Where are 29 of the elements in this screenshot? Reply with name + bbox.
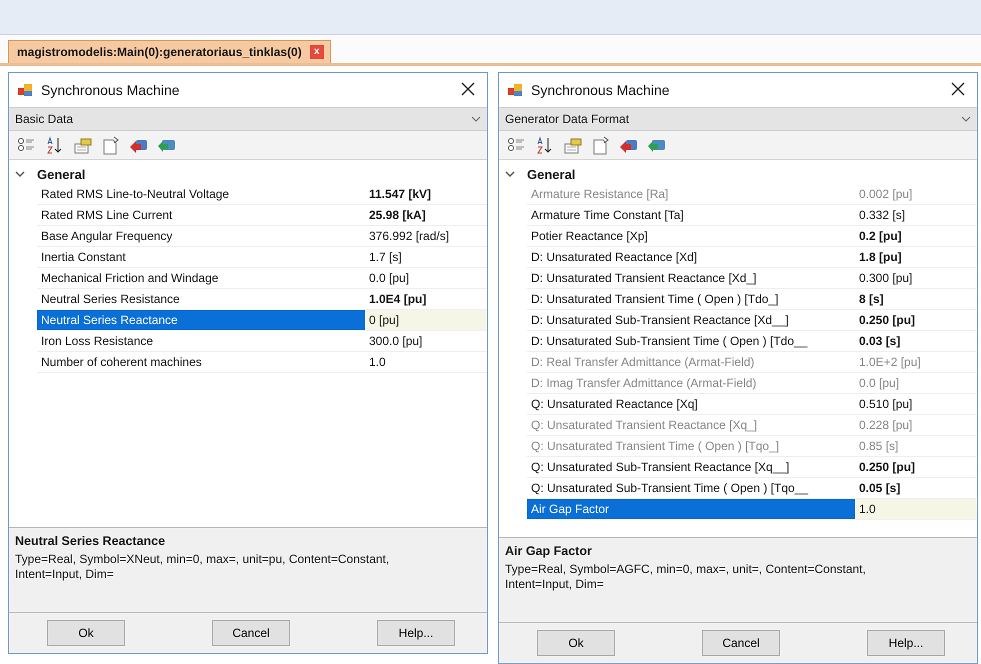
dialog-button[interactable]: Cancel — [702, 630, 780, 656]
description-text: Type=Real, Symbol=AGFC, min=0, max=, unit=, Content=Constant, Intent=Input, Dim= — [505, 562, 867, 592]
page-dropdown[interactable]: Generator Data Format — [499, 107, 977, 131]
group-header[interactable]: General — [527, 166, 576, 182]
expand-icon[interactable] — [505, 169, 515, 179]
tab-close-button[interactable]: x — [310, 45, 324, 59]
property-name[interactable]: Air Gap Factor — [527, 499, 855, 520]
description-text: Type=Real, Symbol=XNeut, min=0, max=, unit=pu, Content=Constant, Intent=Input, Dim= — [15, 552, 390, 582]
page-dropdown[interactable]: Basic Data — [9, 107, 487, 131]
description-title: Neutral Series Reactance — [15, 534, 166, 548]
document-tab[interactable]: magistromodelis:Main(0):generatoriaus_tinklas(0) x — [8, 40, 331, 63]
property-value[interactable]: 1.0 — [855, 499, 977, 520]
tab-label[interactable]: magistromodelis:Main(0):generatoriaus_tinklas(0) — [17, 45, 302, 59]
property-name[interactable]: Neutral Series Reactance — [37, 310, 365, 331]
close-icon — [951, 82, 965, 96]
dialog-button[interactable]: Ok — [47, 620, 125, 646]
property-value[interactable]: 0 [pu] — [365, 310, 487, 331]
close-icon — [461, 82, 475, 96]
window-title: Synchronous Machine — [531, 82, 671, 98]
app-icon — [507, 82, 523, 98]
description-title: Air Gap Factor — [505, 544, 593, 558]
expand-icon[interactable] — [15, 169, 25, 179]
dialog-button[interactable]: Ok — [537, 630, 615, 656]
group-header[interactable]: General — [37, 166, 86, 182]
dialog-button[interactable]: Cancel — [212, 620, 290, 646]
dialog-button[interactable]: Help... — [377, 620, 455, 646]
app-icon — [17, 82, 33, 98]
dialog-button[interactable]: Help... — [867, 630, 945, 656]
window-title: Synchronous Machine — [41, 82, 181, 98]
